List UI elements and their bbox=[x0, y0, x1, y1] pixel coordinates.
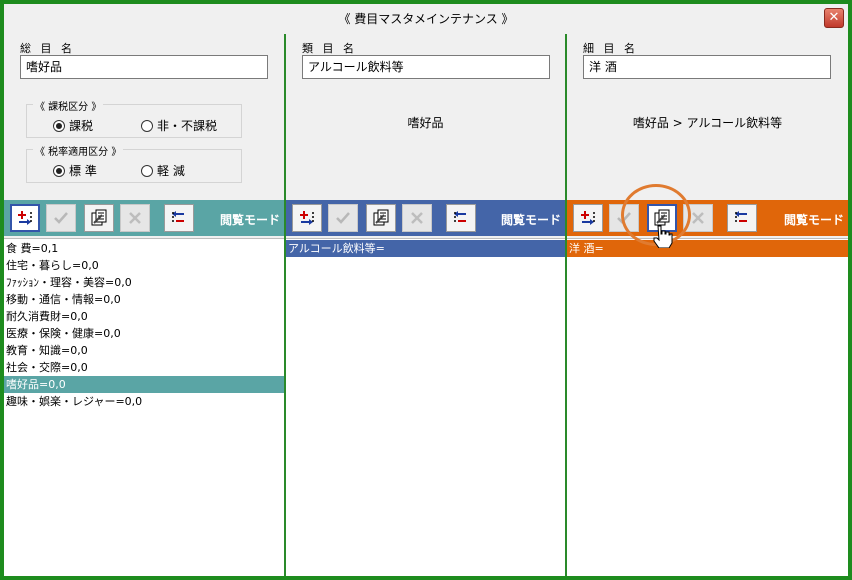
list-item[interactable]: アルコール飲料等= bbox=[286, 240, 565, 257]
panel-category-major: 総 目 名 嗜好品 《 課税区分 》 課税 非・不課税 《 税率適用区分 》 標… bbox=[4, 34, 284, 576]
list-item[interactable]: 社会・交際=0,0 bbox=[4, 359, 284, 376]
list-item[interactable]: 趣味・娯楽・レジャー=0,0 bbox=[4, 393, 284, 410]
minor-name-label: 細 目 名 bbox=[583, 42, 638, 55]
mode-label: 閲覧モード bbox=[219, 213, 280, 227]
confirm-button[interactable] bbox=[46, 204, 76, 232]
list-item[interactable]: 耐久消費財=0,0 bbox=[4, 308, 284, 325]
remove-button[interactable] bbox=[727, 204, 757, 232]
copy-edit-icon bbox=[372, 209, 390, 227]
delete-x-icon bbox=[408, 210, 426, 226]
list-item[interactable]: 教育・知識=0,0 bbox=[4, 342, 284, 359]
major-name-input[interactable]: 嗜好品 bbox=[20, 55, 268, 79]
confirm-button[interactable] bbox=[328, 204, 358, 232]
copy-edit-button[interactable] bbox=[84, 204, 114, 232]
rate-radio-reduced[interactable]: 軽 減 bbox=[141, 162, 185, 179]
middle-path-text: 嗜好品 bbox=[407, 116, 444, 130]
window-title: 《 費目マスタメインテナンス 》 bbox=[338, 12, 514, 26]
add-icon bbox=[298, 210, 316, 226]
mode-label: 閲覧モード bbox=[783, 213, 844, 227]
minor-list[interactable]: 洋 酒= bbox=[567, 238, 848, 576]
add-button[interactable] bbox=[10, 204, 40, 232]
radio-selected-icon bbox=[53, 119, 65, 132]
major-toolbar: 閲覧モード bbox=[4, 200, 284, 236]
list-item[interactable]: ﾌｧｯｼｮﾝ・理容・美容=0,0 bbox=[4, 274, 284, 291]
remove-icon bbox=[733, 210, 751, 226]
delete-x-icon bbox=[689, 210, 707, 226]
mode-label: 閲覧モード bbox=[500, 213, 561, 227]
remove-icon bbox=[452, 210, 470, 226]
tax-category-title: 《 課税区分 》 bbox=[33, 98, 104, 113]
delete-x-icon bbox=[126, 210, 144, 226]
panel-category-minor: 細 目 名 洋 酒 嗜好品 > アルコール飲料等 閲覧モード 洋 酒= bbox=[567, 34, 848, 576]
radio-selected-icon bbox=[53, 164, 65, 177]
hand-cursor-icon bbox=[653, 225, 673, 248]
list-item[interactable]: 洋 酒= bbox=[567, 240, 848, 257]
remove-button[interactable] bbox=[164, 204, 194, 232]
panel-category-middle: 類 目 名 アルコール飲料等 嗜好品 閲覧モード アルコール飲料等= bbox=[286, 34, 565, 576]
add-button[interactable] bbox=[292, 204, 322, 232]
delete-button[interactable] bbox=[120, 204, 150, 232]
delete-button[interactable] bbox=[402, 204, 432, 232]
copy-edit-button[interactable] bbox=[366, 204, 396, 232]
tax-category-group: 《 課税区分 》 課税 非・不課税 bbox=[26, 98, 242, 138]
main-window: 《 費目マスタメインテナンス 》 ✕ 総 目 名 嗜好品 《 課税区分 》 課税… bbox=[0, 0, 852, 580]
major-list[interactable]: 食 費=0,1 住宅・暮らし=0,0 ﾌｧｯｼｮﾝ・理容・美容=0,0 移動・通信・情… bbox=[4, 238, 284, 576]
confirm-check-icon bbox=[52, 210, 70, 226]
tax-radio-taxable[interactable]: 課税 bbox=[53, 117, 93, 134]
add-button[interactable] bbox=[573, 204, 603, 232]
add-icon bbox=[579, 210, 597, 226]
copy-edit-icon bbox=[90, 209, 108, 227]
add-icon bbox=[16, 210, 34, 226]
middle-name-label: 類 目 名 bbox=[302, 42, 357, 55]
rate-radio-standard[interactable]: 標 準 bbox=[53, 162, 97, 179]
close-button[interactable]: ✕ bbox=[824, 8, 844, 28]
tax-radio-nontaxable[interactable]: 非・不課税 bbox=[141, 117, 217, 134]
minor-toolbar: 閲覧モード bbox=[567, 200, 848, 236]
middle-name-input[interactable]: アルコール飲料等 bbox=[302, 55, 550, 79]
minor-name-input[interactable]: 洋 酒 bbox=[583, 55, 831, 79]
list-item[interactable]: 住宅・暮らし=0,0 bbox=[4, 257, 284, 274]
list-item[interactable]: 嗜好品=0,0 bbox=[4, 376, 284, 393]
middle-toolbar: 閲覧モード bbox=[286, 200, 565, 236]
remove-icon bbox=[170, 210, 188, 226]
major-name-label: 総 目 名 bbox=[20, 42, 75, 55]
confirm-check-icon bbox=[334, 210, 352, 226]
radio-unselected-icon bbox=[141, 119, 153, 132]
list-item[interactable]: 食 費=0,1 bbox=[4, 240, 284, 257]
remove-button[interactable] bbox=[446, 204, 476, 232]
tax-rate-group: 《 税率適用区分 》 標 準 軽 減 bbox=[26, 143, 242, 183]
minor-path-text: 嗜好品 > アルコール飲料等 bbox=[632, 116, 783, 130]
middle-list[interactable]: アルコール飲料等= bbox=[286, 238, 565, 576]
tax-rate-title: 《 税率適用区分 》 bbox=[33, 143, 124, 158]
radio-unselected-icon bbox=[141, 164, 153, 177]
list-item[interactable]: 医療・保険・健康=0,0 bbox=[4, 325, 284, 342]
list-item[interactable]: 移動・通信・情報=0,0 bbox=[4, 291, 284, 308]
